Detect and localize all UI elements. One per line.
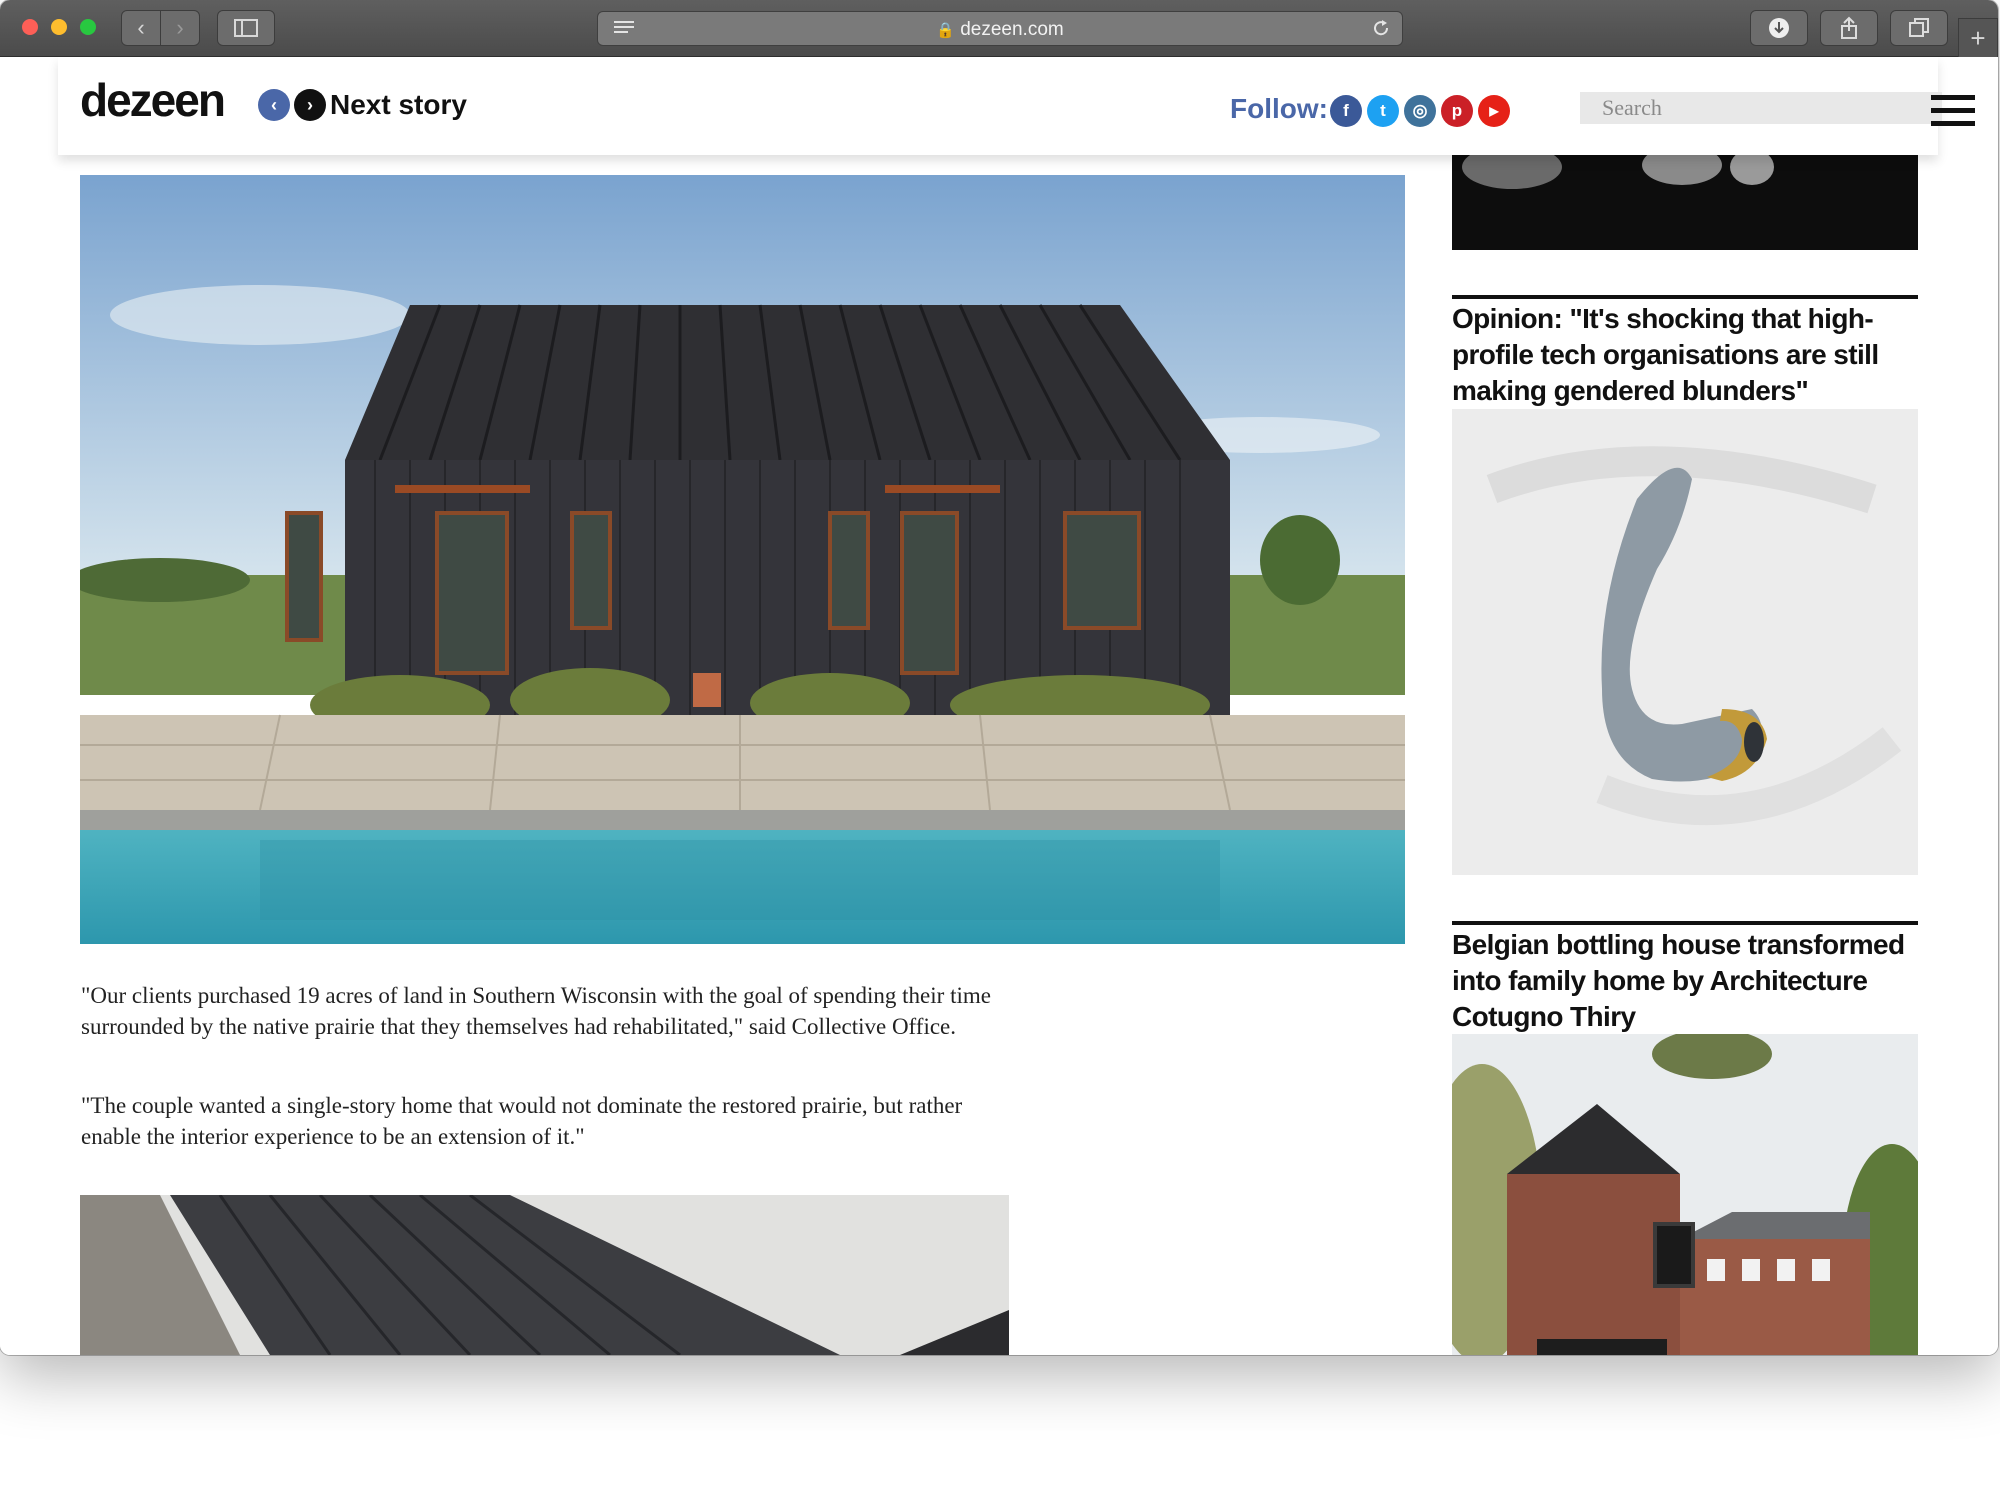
plus-icon: + [1970, 22, 1986, 53]
article-second-image [80, 1195, 1009, 1355]
sidebar-story-image[interactable] [1452, 1034, 1918, 1355]
share-icon [1841, 16, 1857, 39]
downloads-button[interactable] [1750, 10, 1808, 46]
sidebar-story-title[interactable]: Belgian bottling house transformed into … [1452, 927, 1918, 1035]
sidebar-story-title[interactable]: Opinion: "It's shocking that high-profil… [1452, 301, 1918, 409]
next-story-link[interactable]: Next story [330, 89, 467, 121]
reload-icon[interactable] [1371, 18, 1391, 38]
sidebar-toggle-button[interactable] [217, 10, 275, 46]
tabs-overview-button[interactable] [1890, 10, 1948, 46]
chevron-left-icon: ‹ [137, 15, 145, 40]
previous-story-button[interactable]: ‹ [258, 89, 290, 121]
pinterest-icon[interactable]: p [1441, 95, 1473, 127]
tabs-icon [1909, 18, 1929, 37]
chevron-right-icon: › [176, 15, 184, 40]
lock-icon: 🔒 [936, 22, 955, 39]
zoom-window-button[interactable] [80, 19, 96, 35]
hamburger-icon [1931, 95, 1975, 100]
chevron-left-icon: ‹ [271, 94, 277, 115]
browser-window: ‹ › 🔒 dezeen.com + dezeen ‹ › Next story… [0, 0, 1998, 1355]
article-main-image [80, 175, 1405, 944]
sidebar-divider [1452, 295, 1918, 299]
site-logo[interactable]: dezeen [80, 73, 226, 127]
next-story-arrow-button[interactable]: › [294, 89, 326, 121]
instagram-icon[interactable]: ◎ [1404, 95, 1436, 127]
address-bar[interactable]: 🔒 dezeen.com [597, 11, 1403, 46]
article-paragraph: "The couple wanted a single-story home t… [81, 1093, 963, 1149]
sidebar-story-image[interactable] [1452, 409, 1918, 875]
back-button[interactable]: ‹ [121, 10, 161, 46]
follow-label: Follow: [1230, 93, 1328, 124]
site-header: dezeen ‹ › Next story Follow: f t ◎ p ▶ [58, 57, 1975, 155]
download-icon [1769, 18, 1789, 38]
twitter-icon[interactable]: t [1367, 95, 1399, 127]
search-input[interactable] [1580, 92, 1942, 124]
new-tab-button[interactable]: + [1958, 18, 1998, 58]
youtube-icon[interactable]: ▶ [1478, 95, 1510, 127]
menu-button[interactable] [1931, 95, 1975, 129]
close-window-button[interactable] [22, 19, 38, 35]
sidebar-icon [234, 19, 258, 37]
url-text: 🔒 dezeen.com [936, 19, 1064, 40]
share-button[interactable] [1820, 10, 1878, 46]
facebook-icon[interactable]: f [1330, 95, 1362, 127]
web-page: dezeen ‹ › Next story Follow: f t ◎ p ▶ [0, 57, 1998, 1355]
sidebar-divider [1452, 921, 1918, 925]
forward-button[interactable]: › [160, 10, 200, 46]
article-paragraph: "Our clients purchased 19 acres of land … [81, 983, 991, 1039]
minimize-window-button[interactable] [51, 19, 67, 35]
sidebar-story-image[interactable] [1452, 155, 1918, 250]
browser-toolbar: ‹ › 🔒 dezeen.com + [0, 0, 1998, 58]
chevron-right-icon: › [307, 94, 313, 115]
